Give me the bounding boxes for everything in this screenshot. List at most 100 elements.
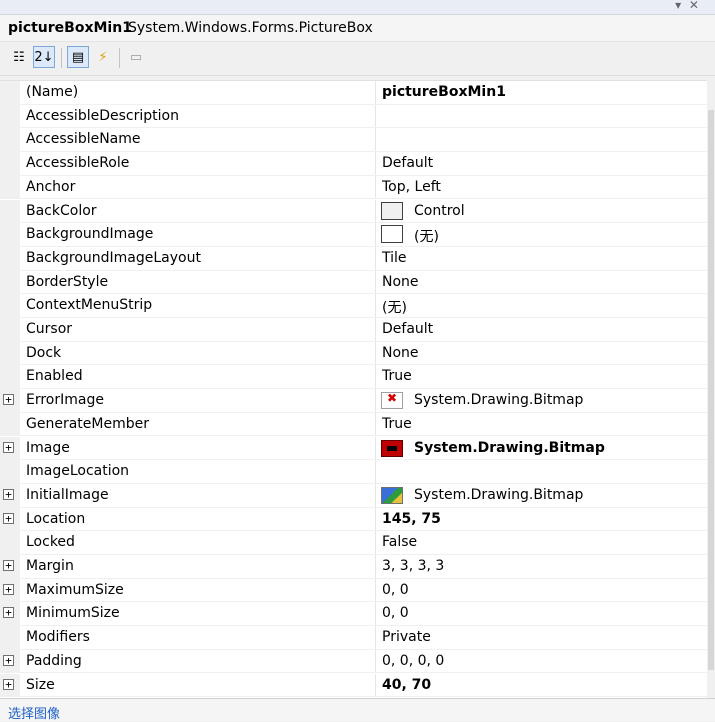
property-value-cell[interactable]: 3, 3, 3, 3 (375, 555, 708, 579)
events-icon: ⚡ (98, 49, 108, 65)
property-value-cell[interactable]: Private (375, 626, 708, 650)
object-selector[interactable]: pictureBoxMin1 System.Windows.Forms.Pict… (0, 15, 715, 42)
property-row[interactable]: AccessibleRole Default (0, 152, 707, 176)
property-name: ImageLocation (26, 463, 130, 480)
categorized-button[interactable]: ☷ (8, 46, 30, 68)
property-value: System.Drawing.Bitmap (414, 439, 605, 456)
property-row[interactable]: Enabled True (0, 365, 708, 390)
property-pages-icon: ▭ (129, 49, 143, 65)
row-gutter (0, 199, 20, 224)
alphabetical-icon: 2↓ (34, 49, 54, 65)
property-row[interactable]: Dock None (0, 341, 708, 366)
property-value-cell[interactable]: 0, 0, 0, 0 (375, 649, 708, 674)
property-value: 40, 70 (382, 676, 432, 693)
toolbar-separator (119, 48, 120, 68)
property-row[interactable]: + Size 40, 70 (0, 673, 708, 698)
property-value-cell[interactable]: Default (375, 152, 708, 176)
property-value-cell[interactable]: None (375, 270, 708, 295)
row-gutter (0, 460, 20, 484)
property-value-cell[interactable]: 0, 0 (375, 602, 708, 627)
events-button[interactable]: ⚡ (92, 46, 114, 68)
property-name: Size (26, 676, 55, 693)
property-row[interactable]: ContextMenuStrip (无) (0, 294, 707, 318)
property-row[interactable]: + InitialImage System.Drawing.Bitmap (0, 483, 708, 508)
property-name: BackgroundImage (26, 226, 154, 243)
property-value-cell[interactable]: (无) (375, 294, 708, 318)
property-value-cell[interactable]: None (375, 341, 708, 366)
property-row[interactable]: BackgroundImageLayout Tile (0, 246, 708, 271)
property-value-cell[interactable]: Top, Left (375, 175, 708, 200)
expand-icon[interactable]: + (3, 488, 14, 500)
property-name: Locked (26, 534, 75, 551)
property-value-cell[interactable] (375, 128, 708, 153)
property-value-cell[interactable]: 40, 70 (375, 673, 708, 698)
property-row[interactable]: + MaximumSize 0, 0 (0, 578, 708, 603)
property-row[interactable]: + ErrorImage System.Drawing.Bitmap (0, 389, 707, 413)
row-gutter: + (0, 436, 20, 461)
row-gutter (0, 531, 20, 555)
property-row[interactable]: + Location 145, 75 (0, 507, 708, 532)
property-value-cell[interactable]: 0, 0 (375, 578, 708, 603)
property-value-cell[interactable]: Default (375, 318, 708, 342)
property-value-cell[interactable]: System.Drawing.Bitmap (375, 436, 708, 461)
property-value-cell[interactable]: 145, 75 (375, 507, 708, 532)
property-value-cell[interactable]: True (375, 412, 708, 437)
vertical-scrollbar[interactable] (707, 80, 715, 698)
properties-button[interactable]: ▤ (67, 46, 89, 68)
row-gutter: + (0, 483, 20, 508)
row-gutter (0, 365, 20, 390)
property-row[interactable]: GenerateMember True (0, 412, 708, 437)
property-row[interactable]: (Name) pictureBoxMin1 (0, 81, 707, 105)
property-value-cell[interactable]: Control (375, 199, 708, 224)
property-row[interactable]: Cursor Default (0, 318, 707, 342)
property-name: Location (26, 510, 86, 527)
property-name: Anchor (26, 178, 76, 195)
error-image-icon (381, 391, 403, 410)
property-row[interactable]: Locked False (0, 531, 707, 555)
object-name: pictureBoxMin1 (8, 20, 132, 36)
expand-icon[interactable]: + (3, 394, 14, 406)
property-value: 3, 3, 3, 3 (382, 558, 445, 574)
property-row[interactable]: + Padding 0, 0, 0, 0 (0, 649, 708, 674)
alphabetical-button[interactable]: 2↓ (33, 46, 55, 68)
property-name: BackColor (26, 202, 97, 219)
expand-icon[interactable]: + (3, 512, 14, 524)
property-row[interactable]: AccessibleDescription (0, 104, 708, 129)
property-value-cell[interactable]: True (375, 365, 708, 390)
property-row[interactable]: Anchor Top, Left (0, 175, 708, 200)
row-gutter: + (0, 649, 20, 674)
property-row[interactable]: BackColor Control (0, 199, 708, 224)
property-row[interactable]: + Margin 3, 3, 3, 3 (0, 555, 707, 579)
choose-image-link[interactable]: 选择图像 (8, 703, 60, 722)
expand-icon[interactable]: + (3, 607, 14, 619)
property-value-cell[interactable] (375, 104, 708, 129)
property-row[interactable]: BackgroundImage (无) (0, 223, 707, 247)
property-row[interactable]: + Image System.Drawing.Bitmap (0, 436, 708, 461)
property-value-cell[interactable]: False (375, 531, 708, 555)
property-value-cell[interactable]: System.Drawing.Bitmap (375, 389, 708, 413)
property-value: Default (382, 321, 434, 337)
property-value-cell[interactable]: (无) (375, 223, 708, 247)
scrollbar-thumb[interactable] (708, 110, 714, 670)
row-gutter (0, 128, 20, 153)
property-row[interactable]: Modifiers Private (0, 626, 707, 650)
property-value-cell[interactable]: System.Drawing.Bitmap (375, 483, 708, 508)
property-row[interactable]: ImageLocation (0, 460, 707, 484)
expand-icon[interactable]: + (3, 654, 14, 666)
property-value: pictureBoxMin1 (382, 84, 506, 100)
expand-icon[interactable]: + (3, 441, 14, 453)
property-value: False (382, 534, 418, 551)
window-menu-icon[interactable]: ▾ ✕ (675, 0, 701, 12)
expand-icon[interactable]: + (3, 678, 14, 690)
property-row[interactable]: AccessibleName (0, 128, 708, 153)
property-row[interactable]: BorderStyle None (0, 270, 708, 295)
property-value-cell[interactable]: Tile (375, 246, 708, 271)
property-pages-button[interactable]: ▭ (125, 46, 147, 68)
expand-icon[interactable]: + (3, 560, 14, 571)
property-name: Enabled (26, 368, 83, 385)
initial-image-icon (381, 486, 403, 504)
property-row[interactable]: + MinimumSize 0, 0 (0, 602, 708, 627)
property-value-cell[interactable] (375, 460, 708, 484)
property-value-cell[interactable]: pictureBoxMin1 (375, 81, 708, 105)
expand-icon[interactable]: + (3, 583, 14, 595)
